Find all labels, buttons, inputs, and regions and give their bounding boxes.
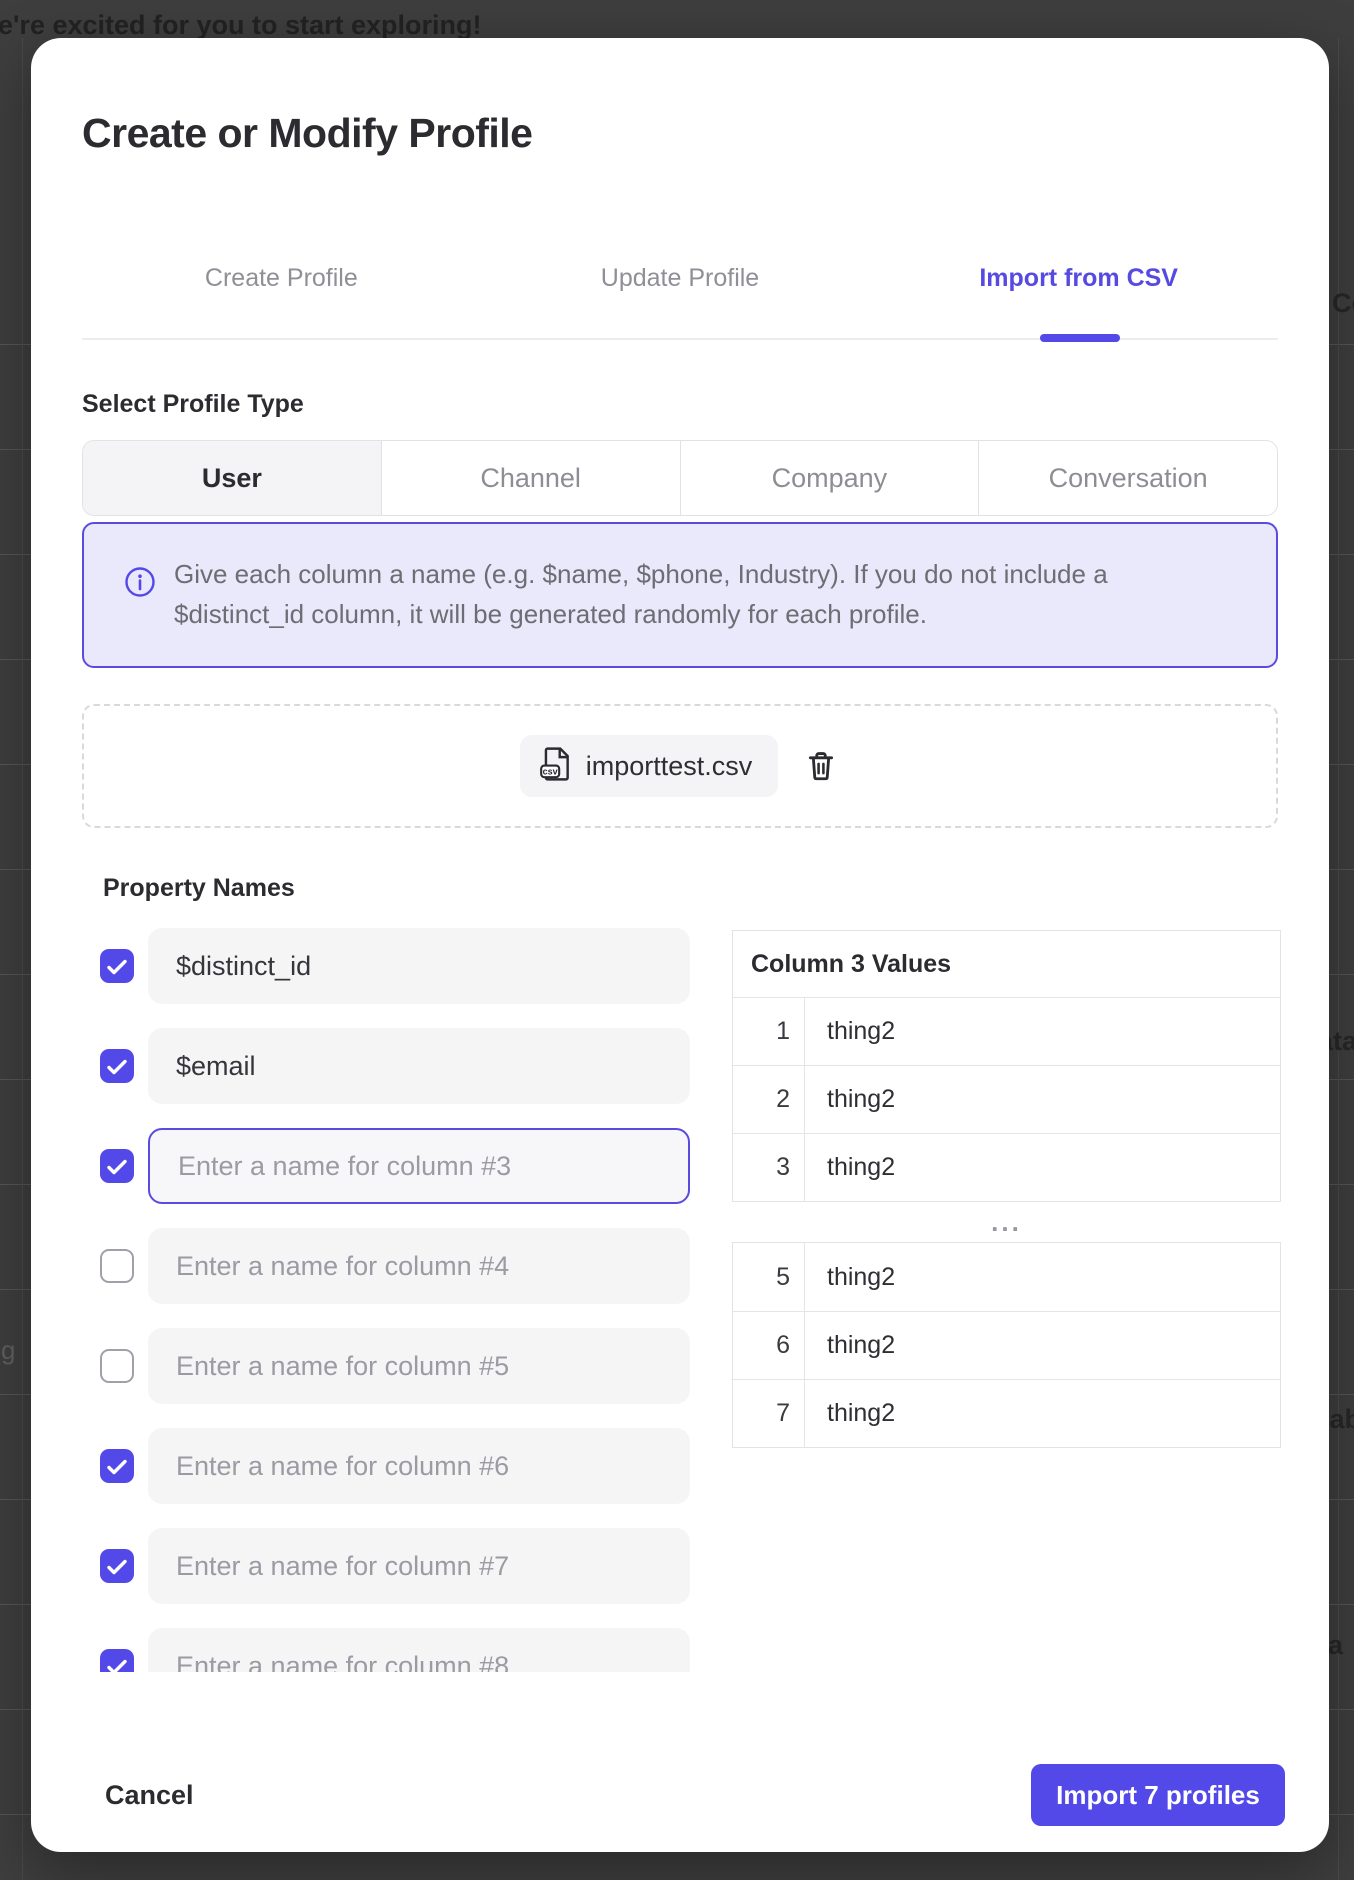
property-row-3 bbox=[82, 1128, 702, 1204]
table-row: 3 thing2 bbox=[733, 1133, 1280, 1201]
background-table-rows-left bbox=[0, 240, 31, 1880]
column-values-table-bottom: 5 thing2 6 thing2 7 thing2 bbox=[732, 1242, 1281, 1448]
background-text-fragment: Col bbox=[1332, 288, 1354, 319]
property-names-list bbox=[82, 928, 702, 1672]
column-values-table-top: Column 3 Values 1 thing2 2 thing2 3 thin… bbox=[732, 930, 1281, 1202]
row-value: thing2 bbox=[805, 1066, 1280, 1133]
background-text-fragment: a bbox=[1328, 1630, 1343, 1661]
column-values-header: Column 3 Values bbox=[733, 931, 1280, 997]
table-row: 7 thing2 bbox=[733, 1379, 1280, 1447]
property-row-6 bbox=[82, 1428, 702, 1504]
row-index: 2 bbox=[733, 1066, 805, 1133]
column-7-checkbox[interactable] bbox=[100, 1549, 134, 1583]
property-names-label: Property Names bbox=[103, 874, 295, 903]
profile-type-selector: User Channel Company Conversation bbox=[82, 440, 1278, 516]
tab-update-profile[interactable]: Update Profile bbox=[481, 264, 880, 293]
select-profile-type-label: Select Profile Type bbox=[82, 390, 304, 419]
row-index: 6 bbox=[733, 1312, 805, 1379]
tab-import-from-csv[interactable]: Import from CSV bbox=[879, 264, 1278, 293]
uploaded-file-chip: csv importtest.csv bbox=[520, 735, 779, 797]
csv-file-icon: csv bbox=[538, 746, 574, 787]
info-icon bbox=[124, 566, 156, 598]
column-2-checkbox[interactable] bbox=[100, 1049, 134, 1083]
row-value: thing2 bbox=[805, 1380, 1280, 1447]
column-1-checkbox[interactable] bbox=[100, 949, 134, 983]
uploaded-file-name: importtest.csv bbox=[586, 751, 753, 782]
column-4-checkbox[interactable] bbox=[100, 1249, 134, 1283]
create-or-modify-profile-dialog: Create or Modify Profile Create Profile … bbox=[31, 38, 1329, 1852]
row-value: thing2 bbox=[805, 1134, 1280, 1201]
profile-type-company[interactable]: Company bbox=[680, 441, 979, 515]
column-1-name-input[interactable] bbox=[148, 928, 690, 1004]
column-3-checkbox[interactable] bbox=[100, 1149, 134, 1183]
column-6-name-input[interactable] bbox=[148, 1428, 690, 1504]
tab-create-profile[interactable]: Create Profile bbox=[82, 264, 481, 293]
row-index: 3 bbox=[733, 1134, 805, 1201]
dialog-title: Create or Modify Profile bbox=[82, 110, 532, 157]
rows-ellipsis: ... bbox=[732, 1202, 1281, 1242]
profile-type-channel[interactable]: Channel bbox=[381, 441, 680, 515]
table-row: 1 thing2 bbox=[733, 997, 1280, 1065]
import-profiles-button[interactable]: Import 7 profiles bbox=[1031, 1764, 1285, 1826]
column-8-name-input[interactable] bbox=[148, 1628, 690, 1672]
column-naming-info-banner: Give each column a name (e.g. $name, $ph… bbox=[82, 522, 1278, 668]
dialog-tabs: Create Profile Update Profile Import fro… bbox=[82, 264, 1278, 293]
cancel-button[interactable]: Cancel bbox=[105, 1780, 194, 1811]
row-index: 1 bbox=[733, 998, 805, 1065]
column-8-checkbox[interactable] bbox=[100, 1649, 134, 1672]
profile-type-conversation[interactable]: Conversation bbox=[978, 441, 1277, 515]
column-3-name-input[interactable] bbox=[148, 1128, 690, 1204]
csv-upload-dropzone[interactable]: csv importtest.csv bbox=[82, 704, 1278, 828]
property-row-1 bbox=[82, 928, 702, 1004]
background-column-border-left bbox=[22, 38, 23, 1880]
row-value: thing2 bbox=[805, 1243, 1280, 1311]
column-values-preview: Column 3 Values 1 thing2 2 thing2 3 thin… bbox=[732, 930, 1281, 1448]
row-value: thing2 bbox=[805, 1312, 1280, 1379]
background-text-fragment: g bbox=[1, 1335, 15, 1366]
property-row-7 bbox=[82, 1528, 702, 1604]
column-7-name-input[interactable] bbox=[148, 1528, 690, 1604]
column-5-name-input[interactable] bbox=[148, 1328, 690, 1404]
column-2-name-input[interactable] bbox=[148, 1028, 690, 1104]
table-row: 5 thing2 bbox=[733, 1243, 1280, 1311]
profile-type-user[interactable]: User bbox=[83, 441, 381, 515]
table-row: 6 thing2 bbox=[733, 1311, 1280, 1379]
column-6-checkbox[interactable] bbox=[100, 1449, 134, 1483]
column-4-name-input[interactable] bbox=[148, 1228, 690, 1304]
background-page-text: e're excited for you to start exploring! bbox=[0, 10, 482, 41]
property-row-4 bbox=[82, 1228, 702, 1304]
info-banner-text: Give each column a name (e.g. $name, $ph… bbox=[174, 554, 1184, 634]
row-index: 5 bbox=[733, 1243, 805, 1311]
active-tab-indicator bbox=[1040, 334, 1120, 342]
row-index: 7 bbox=[733, 1380, 805, 1447]
svg-text:csv: csv bbox=[542, 766, 557, 776]
property-row-8 bbox=[82, 1628, 702, 1672]
row-value: thing2 bbox=[805, 998, 1280, 1065]
column-5-checkbox[interactable] bbox=[100, 1349, 134, 1383]
property-row-5 bbox=[82, 1328, 702, 1404]
trash-icon[interactable] bbox=[802, 747, 840, 785]
property-row-2 bbox=[82, 1028, 702, 1104]
table-row: 2 thing2 bbox=[733, 1065, 1280, 1133]
